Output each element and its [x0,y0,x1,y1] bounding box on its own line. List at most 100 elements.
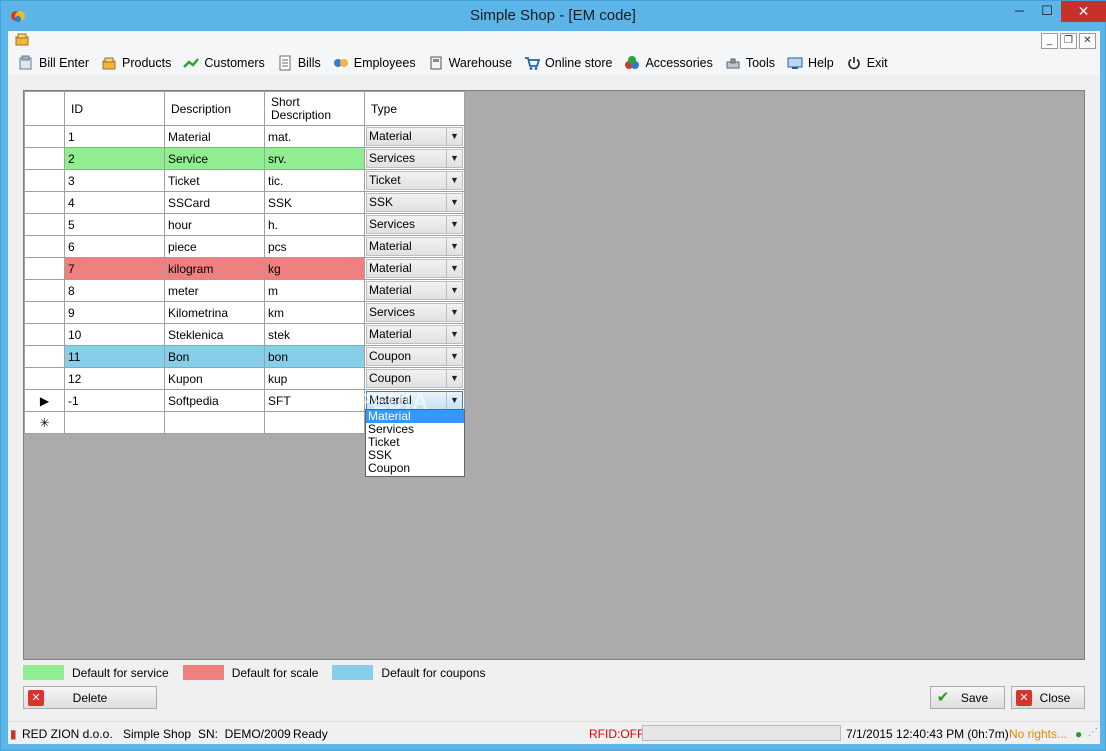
menu-tools[interactable]: Tools [721,52,783,74]
row-header[interactable] [24,367,65,390]
cell-short-description[interactable]: kup [264,367,365,390]
row-header[interactable] [24,125,65,148]
row-header[interactable] [24,323,65,346]
cell-type[interactable]: Material ▼ [364,257,465,280]
chevron-down-icon[interactable]: ▼ [446,172,462,189]
menu-employees[interactable]: Employees [329,52,424,74]
cell-id[interactable]: 7 [64,257,165,280]
type-combobox[interactable]: Ticket ▼ [366,171,463,190]
chevron-down-icon[interactable]: ▼ [446,304,462,321]
cell-description[interactable]: Service [164,147,265,170]
mdi-minimize-button[interactable]: _ [1041,33,1058,49]
column-header-description[interactable]: Description [164,91,265,126]
chevron-down-icon[interactable]: ▼ [446,392,462,409]
chevron-down-icon[interactable]: ▼ [446,282,462,299]
chevron-down-icon[interactable]: ▼ [446,150,462,167]
type-combobox[interactable]: Services ▼ [366,215,463,234]
row-header[interactable] [24,345,65,368]
menu-exit[interactable]: Exit [842,52,896,74]
table-row[interactable]: 2 Service srv. Services ▼ [24,147,465,170]
cell-id[interactable]: 5 [64,213,165,236]
delete-button[interactable]: ✕ Delete [23,686,157,709]
table-row[interactable]: 6 piece pcs Material ▼ [24,235,465,258]
cell-short-description[interactable]: SSK [264,191,365,214]
column-header-id[interactable]: ID [64,91,165,126]
cell-description[interactable]: Bon [164,345,265,368]
table-row[interactable]: 5 hour h. Services ▼ [24,213,465,236]
cell-id[interactable]: -1 [64,389,165,412]
cell-description[interactable]: piece [164,235,265,258]
cell-description[interactable]: Ticket [164,169,265,192]
cell-short-description[interactable]: pcs [264,235,365,258]
type-combobox[interactable]: Material ▼ [366,237,463,256]
cell-type[interactable]: Services ▼ [364,213,465,236]
chevron-down-icon[interactable]: ▼ [446,370,462,387]
title-bar[interactable]: Simple Shop - [EM code] ─ ☐ ✕ [1,1,1106,31]
type-combobox[interactable]: Material ▼ [366,325,463,344]
cell-description[interactable]: Material [164,125,265,148]
cell-id[interactable]: 11 [64,345,165,368]
column-header-type[interactable]: Type [364,91,465,126]
menu-customers[interactable]: Customers [179,52,272,74]
chevron-down-icon[interactable]: ▼ [446,260,462,277]
row-header[interactable] [24,235,65,258]
cell-short-description[interactable]: h. [264,213,365,236]
type-combobox[interactable]: Services ▼ [366,303,463,322]
type-combobox[interactable]: Coupon ▼ [366,369,463,388]
row-header[interactable] [24,279,65,302]
minimize-button[interactable]: ─ [1006,1,1033,22]
cell-short-description[interactable]: stek [264,323,365,346]
menu-accessories[interactable]: Accessories [620,52,720,74]
chevron-down-icon[interactable]: ▼ [446,194,462,211]
cell-id[interactable]: 9 [64,301,165,324]
cell-description[interactable]: meter [164,279,265,302]
type-combobox[interactable]: Services ▼ [366,149,463,168]
column-header-short-description[interactable]: Short Description [264,91,365,126]
table-row[interactable]: 7 kilogram kg Material ▼ [24,257,465,280]
save-button[interactable]: ✔ Save [930,686,1005,709]
table-row[interactable]: 1 Material mat. Material ▼ [24,125,465,148]
cell-short-description[interactable]: srv. [264,147,365,170]
cell-type[interactable]: Material ▼ [364,323,465,346]
cell-id[interactable]: 12 [64,367,165,390]
table-row[interactable]: 11 Bon bon Coupon ▼ [24,345,465,368]
cell-short-description[interactable]: tic. [264,169,365,192]
menu-bills[interactable]: Bills [273,52,329,74]
menu-bill-enter[interactable]: Bill Enter [14,52,97,74]
cell-type[interactable]: Ticket ▼ [364,169,465,192]
new-row-marker[interactable]: ✳ [24,411,65,434]
table-row[interactable]: 12 Kupon kup Coupon ▼ [24,367,465,390]
type-combobox[interactable]: Material ▼ [366,281,463,300]
table-row[interactable]: 9 Kilometrina km Services ▼ [24,301,465,324]
close-window-button[interactable]: ✕ [1061,1,1106,22]
cell-short-description[interactable]: bon [264,345,365,368]
cell-short-description[interactable]: m [264,279,365,302]
row-header[interactable]: ▶ [24,389,65,412]
chevron-down-icon[interactable]: ▼ [446,128,462,145]
maximize-button[interactable]: ☐ [1033,1,1061,22]
mdi-restore-button[interactable]: ❐ [1060,33,1077,49]
dropdown-option[interactable]: Coupon [366,462,464,475]
menu-online-store[interactable]: Online store [520,52,620,74]
cell-short-description[interactable]: mat. [264,125,365,148]
type-dropdown-list[interactable]: Material Services Ticket SSK Coupon [365,409,465,477]
cell-id[interactable]: 2 [64,147,165,170]
row-header[interactable] [24,213,65,236]
cell-type[interactable]: Material ▼ [364,235,465,258]
menu-products[interactable]: Products [97,52,179,74]
row-header[interactable] [24,147,65,170]
type-combobox[interactable]: Material ▼ [366,127,463,146]
menu-warehouse[interactable]: Warehouse [424,52,520,74]
cell-id[interactable]: 6 [64,235,165,258]
table-row[interactable]: 10 Steklenica stek Material ▼ [24,323,465,346]
cell-description[interactable]: SSCard [164,191,265,214]
data-grid[interactable]: ID Description Short Description Type 1M… [23,90,1085,660]
cell-type[interactable]: Services ▼ [364,147,465,170]
row-header[interactable] [24,169,65,192]
cell-id[interactable]: 10 [64,323,165,346]
cell-id[interactable]: 8 [64,279,165,302]
cell-type[interactable]: Material ▼ [364,279,465,302]
cell-type[interactable]: Material ▼ [364,125,465,148]
cell-id[interactable]: 1 [64,125,165,148]
menu-help[interactable]: Help [783,52,842,74]
